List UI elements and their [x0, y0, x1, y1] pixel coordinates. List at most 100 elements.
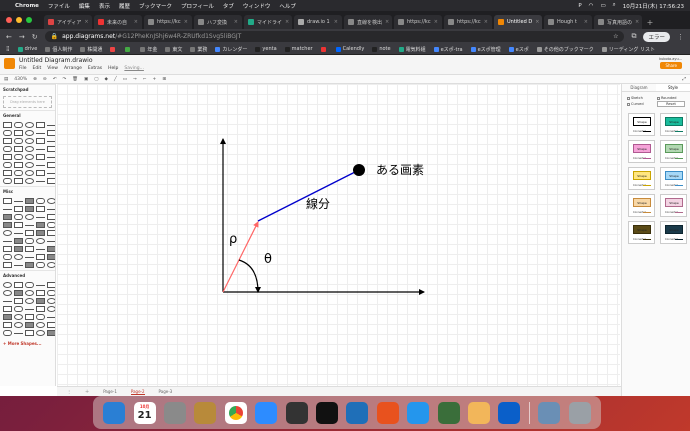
- back-icon[interactable]: ←: [6, 33, 12, 41]
- palette-shape[interactable]: [25, 138, 34, 144]
- palette-shape[interactable]: [3, 241, 12, 242]
- palette-shape[interactable]: [36, 170, 45, 176]
- menubar-help[interactable]: ヘルプ: [279, 2, 296, 10]
- palette-shape[interactable]: [14, 201, 23, 202]
- document-title[interactable]: Untitled Diagram.drawio: [19, 57, 93, 64]
- palette-shape[interactable]: [14, 130, 23, 136]
- palette-shape[interactable]: [25, 130, 34, 136]
- palette-shape[interactable]: [47, 306, 55, 312]
- palette-shape[interactable]: [14, 246, 23, 252]
- star-icon[interactable]: ☆: [613, 33, 618, 40]
- zoom-level[interactable]: 430%: [14, 77, 27, 82]
- insert-icon[interactable]: +: [153, 77, 157, 82]
- palette-shape[interactable]: [36, 322, 45, 328]
- browser-tab[interactable]: draw.io 1 ×: [294, 15, 342, 29]
- close-window-icon[interactable]: [6, 17, 12, 23]
- dock-activity-monitor-icon[interactable]: [285, 401, 308, 424]
- menubar-profile[interactable]: プロフィール: [181, 2, 214, 10]
- tab-close-icon[interactable]: ×: [584, 19, 588, 25]
- palette-shape[interactable]: [47, 222, 55, 228]
- palette-shape[interactable]: [36, 254, 45, 260]
- palette-shape[interactable]: [25, 206, 34, 212]
- palette-shape[interactable]: [3, 209, 12, 210]
- share-button[interactable]: Share: [660, 62, 682, 69]
- palette-shape[interactable]: [47, 246, 55, 252]
- palette-shape[interactable]: [25, 290, 34, 296]
- waypoints-icon[interactable]: ⌐: [143, 77, 147, 82]
- shadow-icon[interactable]: ▭: [123, 77, 127, 82]
- palette-shape[interactable]: [25, 262, 34, 268]
- palette-shape[interactable]: [3, 230, 12, 236]
- browser-tab[interactable]: Hough t ×: [544, 15, 592, 29]
- palette-shape[interactable]: [14, 254, 23, 260]
- palette-shape[interactable]: [25, 330, 34, 336]
- zoom-out-icon[interactable]: ⊖: [43, 77, 47, 82]
- add-page-icon[interactable]: +: [85, 389, 89, 395]
- palette-shape[interactable]: [36, 285, 45, 286]
- palette-shape[interactable]: [36, 138, 45, 144]
- browser-tab[interactable]: マイドライ ×: [244, 15, 292, 29]
- palette-shape[interactable]: [3, 330, 12, 336]
- dock-system-preferences-icon[interactable]: [164, 401, 187, 424]
- tab-close-icon[interactable]: ×: [635, 19, 639, 25]
- browser-tab[interactable]: ハフ変換 ×: [194, 15, 242, 29]
- palette-shape[interactable]: [25, 257, 34, 258]
- palette-shape[interactable]: [14, 178, 23, 184]
- zoom-window-icon[interactable]: [26, 17, 32, 23]
- palette-shape[interactable]: [47, 330, 55, 336]
- menubar-window[interactable]: ウィンドウ: [243, 2, 271, 10]
- diagram-canvas[interactable]: ρ θ 線分 ある画素: [57, 84, 620, 386]
- palette-shape[interactable]: [14, 233, 23, 234]
- palette-shape[interactable]: [47, 209, 55, 210]
- segment-label[interactable]: 線分: [306, 195, 330, 212]
- palette-shape[interactable]: [25, 198, 34, 204]
- palette-shape[interactable]: [25, 314, 34, 320]
- palette-shape[interactable]: [36, 154, 45, 160]
- theta-label[interactable]: θ: [264, 252, 272, 267]
- dock-chart-app-icon[interactable]: [376, 401, 399, 424]
- palette-shape[interactable]: [36, 122, 45, 128]
- page-menu-icon[interactable]: ⋮: [67, 389, 71, 394]
- palette-shape[interactable]: [14, 306, 23, 312]
- palette-shape[interactable]: [14, 290, 23, 296]
- style-swatch[interactable]: Shape Connector: [660, 194, 687, 217]
- menu-help[interactable]: Help: [108, 66, 118, 71]
- palette-shape[interactable]: [14, 206, 23, 212]
- palette-shape[interactable]: [25, 309, 34, 310]
- bookmark-item[interactable]: matcher: [284, 46, 313, 52]
- palette-shape[interactable]: [47, 146, 55, 152]
- bookmark-item[interactable]: yenta: [255, 46, 277, 52]
- palette-shape[interactable]: [3, 306, 12, 312]
- connection-icon[interactable]: →: [133, 77, 137, 82]
- palette-shape[interactable]: [25, 322, 34, 328]
- scratchpad-dropzone[interactable]: Drag elements here: [3, 96, 52, 108]
- page-tab[interactable]: Page-1: [103, 389, 117, 394]
- redo-icon[interactable]: ↷: [62, 77, 66, 82]
- palette-shape[interactable]: [3, 178, 12, 184]
- menu-view[interactable]: View: [47, 66, 58, 71]
- palette-shape[interactable]: [3, 162, 12, 168]
- style-swatch[interactable]: Shape Connector: [628, 194, 655, 217]
- style-swatch[interactable]: Shape Connector: [628, 140, 655, 163]
- palette-shape[interactable]: [3, 301, 12, 302]
- dock-calendar-icon[interactable]: 10月 21: [133, 401, 156, 424]
- dock-preview-icon[interactable]: [538, 401, 561, 424]
- palette-shape[interactable]: [3, 122, 12, 128]
- search-icon[interactable]: ⌕: [613, 2, 616, 9]
- line-color-icon[interactable]: ╱: [114, 77, 117, 82]
- palette-shape[interactable]: [47, 282, 55, 288]
- section-advanced[interactable]: Advanced: [0, 270, 55, 280]
- palette-shape[interactable]: [36, 330, 45, 336]
- save-status[interactable]: Saving...: [124, 66, 144, 71]
- tab-close-icon[interactable]: ×: [535, 19, 539, 25]
- palette-shape[interactable]: [3, 246, 12, 252]
- section-misc[interactable]: Misc: [0, 186, 55, 196]
- tab-close-icon[interactable]: ×: [184, 19, 188, 25]
- tab-close-icon[interactable]: ×: [484, 19, 488, 25]
- wifi-icon[interactable]: ◠: [589, 3, 594, 9]
- bookmark-item[interactable]: 業務: [190, 46, 207, 53]
- menubar-file[interactable]: ファイル: [48, 2, 70, 10]
- bookmark-item[interactable]: 電気料組: [398, 46, 426, 53]
- palette-shape[interactable]: [25, 162, 34, 168]
- palette-shape[interactable]: [3, 146, 12, 152]
